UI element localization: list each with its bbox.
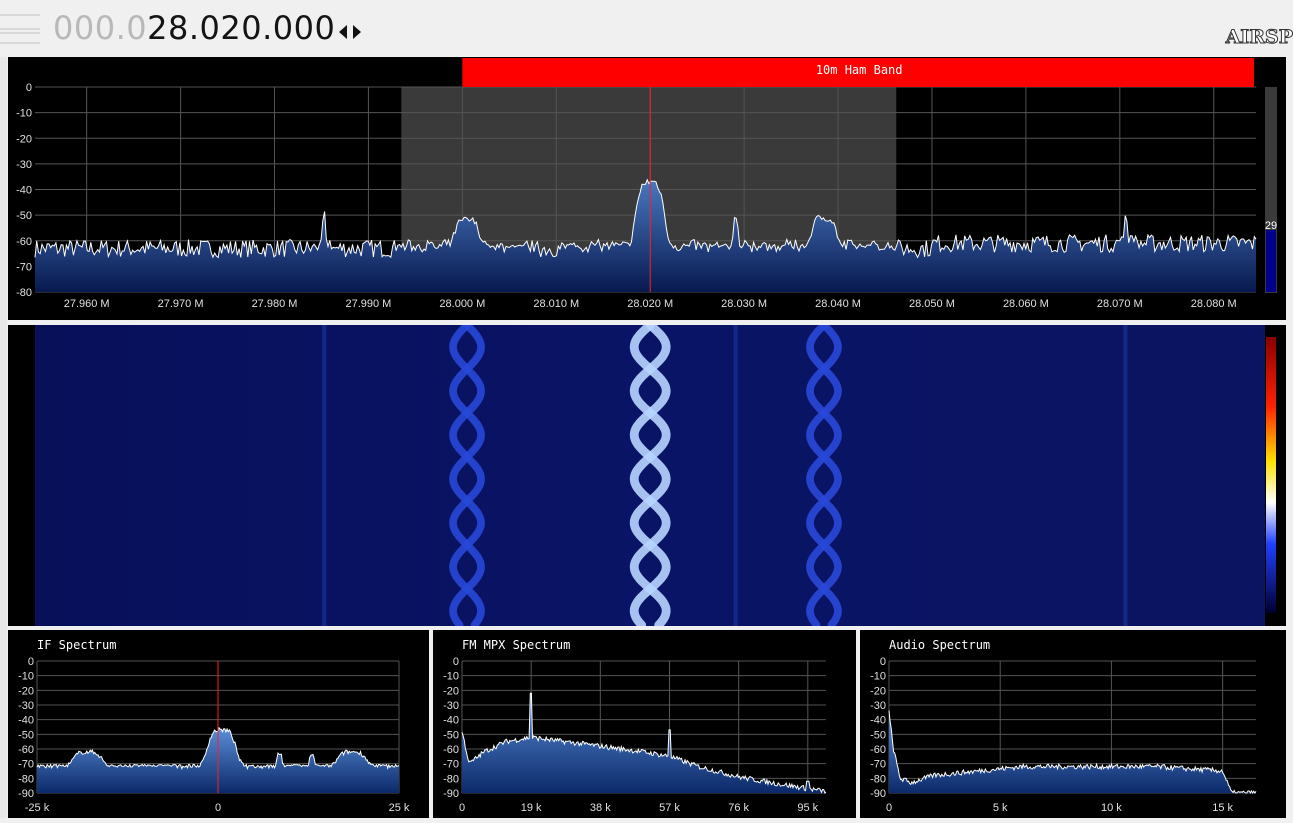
x-tick-label: 25 k	[389, 802, 410, 814]
x-tick-label: -25 k	[25, 802, 50, 814]
x-tick-label: 28.000 M	[439, 298, 485, 310]
x-tick-label: 27.960 M	[64, 298, 110, 310]
frequency-bar: 000.028.020.000 AIRSP	[0, 0, 1293, 57]
waterfall-display[interactable]	[8, 320, 1286, 630]
waterfall-carrier-trace	[1123, 325, 1128, 626]
y-tick-label: -30	[443, 700, 459, 712]
panel-title: Audio Spectrum	[889, 638, 990, 652]
if-spectrum-chart[interactable]: IF Spectrum0-10-20-30-40-50-60-70-80-90-…	[8, 630, 429, 818]
y-tick-label: -20	[16, 133, 32, 145]
band-plan-label: 10m Ham Band	[816, 63, 903, 77]
level-meter-value: 29	[1265, 220, 1277, 232]
x-tick-label: 57 k	[659, 802, 680, 814]
x-tick-label: 28.010 M	[533, 298, 579, 310]
x-tick-label: 27.990 M	[345, 298, 391, 310]
y-tick-label: -70	[18, 759, 34, 771]
left-panel-edge[interactable]	[0, 57, 7, 818]
y-tick-label: -40	[443, 715, 459, 727]
y-tick-label: -10	[870, 671, 886, 683]
x-tick-label: 5 k	[993, 802, 1008, 814]
x-tick-label: 15 k	[1212, 802, 1233, 814]
y-tick-label: -60	[16, 236, 32, 248]
y-tick-label: -50	[870, 729, 886, 741]
panel-title: IF Spectrum	[37, 638, 116, 652]
frequency-digits[interactable]: 28.020.000	[147, 9, 335, 47]
x-tick-label: 10 k	[1101, 802, 1122, 814]
main-spectrum-panel[interactable]: 10m Ham Band 0 -10 -20 -30 -40 -50 -60 -70 -80 2…	[8, 57, 1286, 320]
audio-spectrum-chart[interactable]: Audio Spectrum0-10-20-30-40-50-60-70-80-…	[860, 630, 1286, 818]
x-tick-label: 0	[215, 802, 221, 814]
y-tick-label: -60	[443, 744, 459, 756]
y-tick-label: -70	[870, 759, 886, 771]
x-tick-label: 28.020 M	[627, 298, 673, 310]
step-right-icon[interactable]	[353, 25, 361, 39]
waterfall-carrier-trace	[322, 325, 327, 626]
x-tick-label: 76 k	[728, 802, 749, 814]
panel-title: FM MPX Spectrum	[462, 638, 570, 652]
y-tick-label: 0	[26, 82, 32, 94]
y-tick-label: -20	[870, 685, 886, 697]
spectrum-fill	[889, 710, 1256, 793]
y-tick-label: -40	[18, 715, 34, 727]
y-tick-label: -50	[16, 210, 32, 222]
y-tick-label: -80	[443, 773, 459, 785]
y-tick-label: -90	[18, 788, 34, 800]
x-tick-label: 28.060 M	[1003, 298, 1049, 310]
main-spectrum-chart[interactable]: 10m Ham Band 0 -10 -20 -30 -40 -50 -60 -70 -80 2…	[8, 57, 1286, 320]
y-tick-label: -40	[870, 715, 886, 727]
x-tick-label: 27.970 M	[158, 298, 204, 310]
y-tick-label: -40	[16, 185, 32, 197]
y-tick-label: -80	[18, 773, 34, 785]
waterfall-color-scale	[1266, 337, 1276, 613]
x-tick-label: 0	[459, 802, 465, 814]
frequency-leading-digits[interactable]: 000.0	[53, 9, 147, 47]
audio-spectrum-panel[interactable]: Audio Spectrum 0 -10 -20 -30 -40 -50 -60 -70 -80-…	[860, 630, 1286, 818]
frequency-step-arrows[interactable]	[337, 21, 367, 43]
y-tick-label: -70	[16, 261, 32, 273]
y-tick-label: -90	[443, 788, 459, 800]
y-tick-label: -80	[16, 287, 32, 299]
y-tick-label: 0	[880, 656, 886, 668]
y-tick-label: -50	[18, 729, 34, 741]
x-tick-label: 38 k	[590, 802, 611, 814]
x-tick-label: 28.070 M	[1097, 298, 1143, 310]
step-left-icon[interactable]	[339, 25, 347, 39]
y-tick-label: 0	[453, 656, 459, 668]
waterfall-panel[interactable]	[8, 320, 1286, 630]
x-tick-label: 19 k	[521, 802, 542, 814]
y-tick-label: -10	[443, 671, 459, 683]
y-tick-label: -30	[18, 700, 34, 712]
frequency-display[interactable]: 000.028.020.000	[53, 9, 335, 47]
if-spectrum-panel[interactable]: IF Spectrum 0 -10 -20 -30 -40 -50 -60 -70 -80 -90-…	[8, 630, 429, 818]
waterfall-carrier-trace	[733, 325, 738, 626]
x-tick-label: 28.030 M	[721, 298, 767, 310]
y-tick-label: -30	[16, 159, 32, 171]
x-tick-label: 28.080 M	[1191, 298, 1237, 310]
x-tick-label: 95 k	[797, 802, 818, 814]
y-tick-label: -70	[443, 759, 459, 771]
y-tick-label: -90	[870, 788, 886, 800]
y-tick-label: -60	[870, 744, 886, 756]
y-tick-label: -50	[443, 729, 459, 741]
fm-mpx-spectrum-panel[interactable]: FM MPX Spectrum 0 -10 -20 -30 -40 -50 -60 -70 -80…	[433, 630, 856, 818]
y-tick-label: -10	[18, 671, 34, 683]
y-tick-label: -10	[16, 108, 32, 120]
y-tick-label: -60	[18, 744, 34, 756]
x-tick-label: 0	[886, 802, 892, 814]
y-tick-label: -20	[18, 685, 34, 697]
x-tick-label: 28.050 M	[909, 298, 955, 310]
y-tick-label: -80	[870, 773, 886, 785]
y-tick-label: -20	[443, 685, 459, 697]
x-tick-label: 27.980 M	[252, 298, 298, 310]
y-tick-label: 0	[28, 656, 34, 668]
fm-mpx-spectrum-chart[interactable]: FM MPX Spectrum0-10-20-30-40-50-60-70-80…	[433, 630, 856, 818]
y-tick-label: -30	[870, 700, 886, 712]
x-tick-label: 28.040 M	[815, 298, 861, 310]
drag-handle[interactable]	[0, 14, 42, 44]
airspy-logo: AIRSP	[1225, 26, 1293, 49]
level-meter-bar	[1266, 230, 1276, 292]
